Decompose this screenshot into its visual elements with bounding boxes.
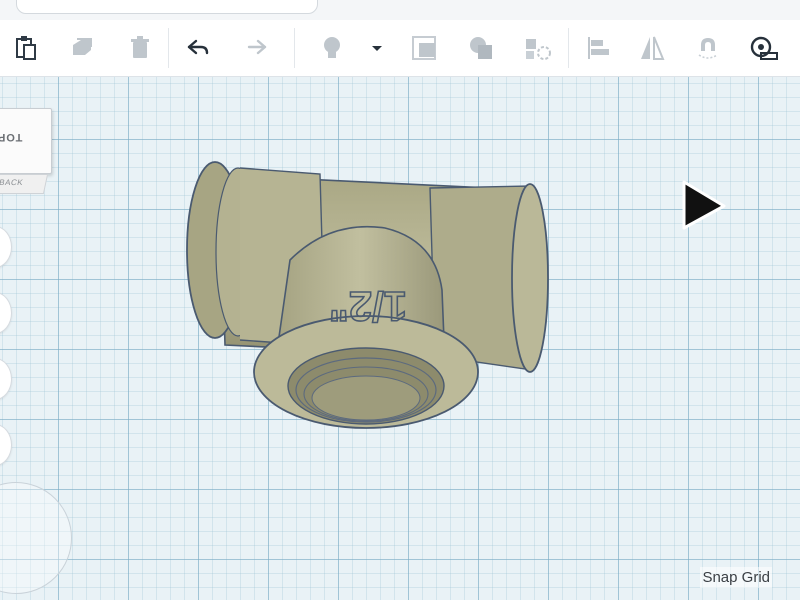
- ungroup-button[interactable]: [464, 30, 500, 66]
- undo-button[interactable]: [180, 30, 216, 66]
- magnet-icon: [698, 38, 718, 59]
- top-panel-edge: [16, 0, 318, 14]
- view-cube-back-label: BACK: [0, 178, 25, 187]
- duplicate-icon: [73, 38, 92, 55]
- align-bars-icon: [588, 37, 609, 59]
- dropdown-caret-button[interactable]: [360, 30, 394, 66]
- magnet-button[interactable]: [690, 30, 726, 66]
- redo-button[interactable]: [238, 30, 274, 66]
- redo-icon: [247, 39, 267, 55]
- top-strip: [0, 0, 800, 20]
- delete-icon: [131, 36, 149, 58]
- delete-button[interactable]: [122, 30, 158, 66]
- view-cube-top-label: TOP: [0, 131, 23, 143]
- ruler-icon: [750, 36, 778, 60]
- duplicate-button[interactable]: [64, 30, 100, 66]
- view-cube[interactable]: TOP BACK: [0, 108, 56, 194]
- mouse-cursor-icon: [682, 180, 726, 230]
- align-icon: [526, 39, 551, 60]
- paste-button[interactable]: [8, 30, 44, 66]
- model-emboss-label: 1/2": [329, 283, 407, 330]
- group-button[interactable]: [408, 30, 444, 66]
- paste-icon: [16, 36, 36, 60]
- show-hide-button[interactable]: [314, 30, 350, 66]
- ungroup-icon: [470, 37, 492, 59]
- mirror-button[interactable]: [634, 30, 670, 66]
- toolbar-divider: [294, 28, 295, 68]
- undo-icon: [187, 39, 209, 55]
- toolbar-divider: [168, 28, 169, 68]
- pipe-tee-model[interactable]: 1/2": [180, 150, 560, 460]
- align-button[interactable]: [520, 30, 556, 66]
- ruler-button[interactable]: [746, 30, 782, 66]
- view-cube-top-face[interactable]: TOP: [0, 108, 52, 174]
- align-bars-button[interactable]: [580, 30, 616, 66]
- mirror-icon: [641, 36, 665, 60]
- lightbulb-icon: [324, 37, 340, 58]
- group-icon: [412, 36, 436, 60]
- toolbar-divider: [568, 28, 569, 68]
- snap-grid-label[interactable]: Snap Grid: [700, 567, 772, 588]
- view-cube-back-face[interactable]: BACK: [0, 174, 49, 194]
- dropdown-caret-icon: [372, 46, 382, 51]
- toolbar: [0, 20, 800, 77]
